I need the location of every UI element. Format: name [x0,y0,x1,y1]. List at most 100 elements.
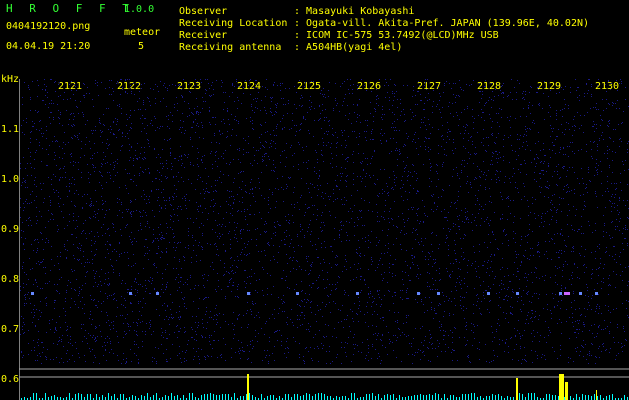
level-bar [45,393,46,400]
level-bar [189,393,190,400]
level-bar [171,393,172,400]
level-bar [468,394,469,400]
level-bar [429,394,430,400]
level-bar [51,396,52,400]
level-bar [444,394,445,400]
level-bar [372,393,373,400]
level-bar [213,394,214,400]
meteor-echo [417,292,420,295]
level-bar [207,394,208,400]
level-bar [168,396,169,400]
level-bar [612,394,613,400]
level-bar [216,395,217,400]
freq-tick: 0.8 [1,274,20,285]
level-bar [423,395,424,400]
meteor-echo [487,292,490,295]
level-bar [240,396,241,400]
meteor-level-spike [559,374,564,400]
level-bar [606,396,607,400]
level-bar [288,394,289,400]
level-bar [450,395,451,400]
level-bar [87,394,88,400]
level-bar [222,394,223,400]
level-bar [390,395,391,400]
level-bar [261,394,262,400]
level-bar [273,395,274,400]
level-bar [486,396,487,400]
level-bar [294,394,295,400]
meteor-echo [129,292,132,295]
noise-field [20,79,629,364]
level-bar [471,393,472,400]
receiver-value: : ICOM IC-575 53.7492(@LCD)MHz USB [294,30,499,41]
level-bar [69,393,70,400]
level-bar [417,395,418,400]
location-key: Receiving Location [179,18,288,29]
level-bar [393,394,394,400]
observer-key: Observer [179,6,228,17]
level-bar [153,395,154,400]
level-bar [297,394,298,400]
app-logo: H R O F F T [6,2,134,15]
level-bar [354,393,355,400]
level-bar [408,396,409,400]
level-bar [327,396,328,400]
level-bar [480,396,481,400]
level-bar [267,396,268,400]
app-version: 1.0.0 [124,4,155,15]
level-bar [549,394,550,400]
level-bar [219,395,220,400]
level-bar [342,396,343,400]
level-bar [609,395,610,400]
level-bar [75,394,76,400]
level-bar [375,396,376,400]
level-bar [576,394,577,400]
level-bar [249,393,250,400]
meteor-level-spike [516,378,518,400]
level-bar [90,394,91,400]
level-bar [330,396,331,400]
level-bar [102,395,103,400]
location-value: : Ogata-vill. Akita-Pref. JAPAN (139.96E… [294,18,590,29]
level-bar [399,395,400,400]
level-bar [366,394,367,400]
level-bar [492,394,493,400]
level-bar [462,394,463,400]
level-bar [192,393,193,400]
level-bar [81,394,82,400]
level-bar [252,395,253,400]
level-bar [279,396,280,400]
level-bar [387,394,388,400]
level-bar [177,395,178,400]
filename: 0404192120.png [6,21,91,32]
level-bar [594,394,595,400]
level-bar [165,395,166,400]
level-bar [465,394,466,400]
meteor-echo [296,292,299,295]
level-bar [228,394,229,400]
level-bar [546,394,547,400]
observer-value: : Masayuki Kobayashi [294,6,415,17]
level-bar [303,395,304,400]
level-bar [522,394,523,400]
level-bar [246,394,247,400]
level-bar [438,394,439,400]
level-bar [426,395,427,400]
meteor-echo [247,292,250,295]
level-bar [585,395,586,400]
meteor-echoes [31,292,598,295]
level-bar [519,393,520,400]
level-bar [336,396,337,400]
level-bar [270,395,271,400]
level-bar [489,396,490,400]
level-bar [435,393,436,400]
level-bar [123,394,124,400]
level-bar [414,395,415,400]
level-bar [183,395,184,400]
level-bar [351,393,352,400]
freq-tick: 0.9 [1,224,20,235]
meteor-echo [559,292,562,295]
level-bar [285,394,286,400]
level-bar [210,393,211,400]
level-bar [204,394,205,400]
